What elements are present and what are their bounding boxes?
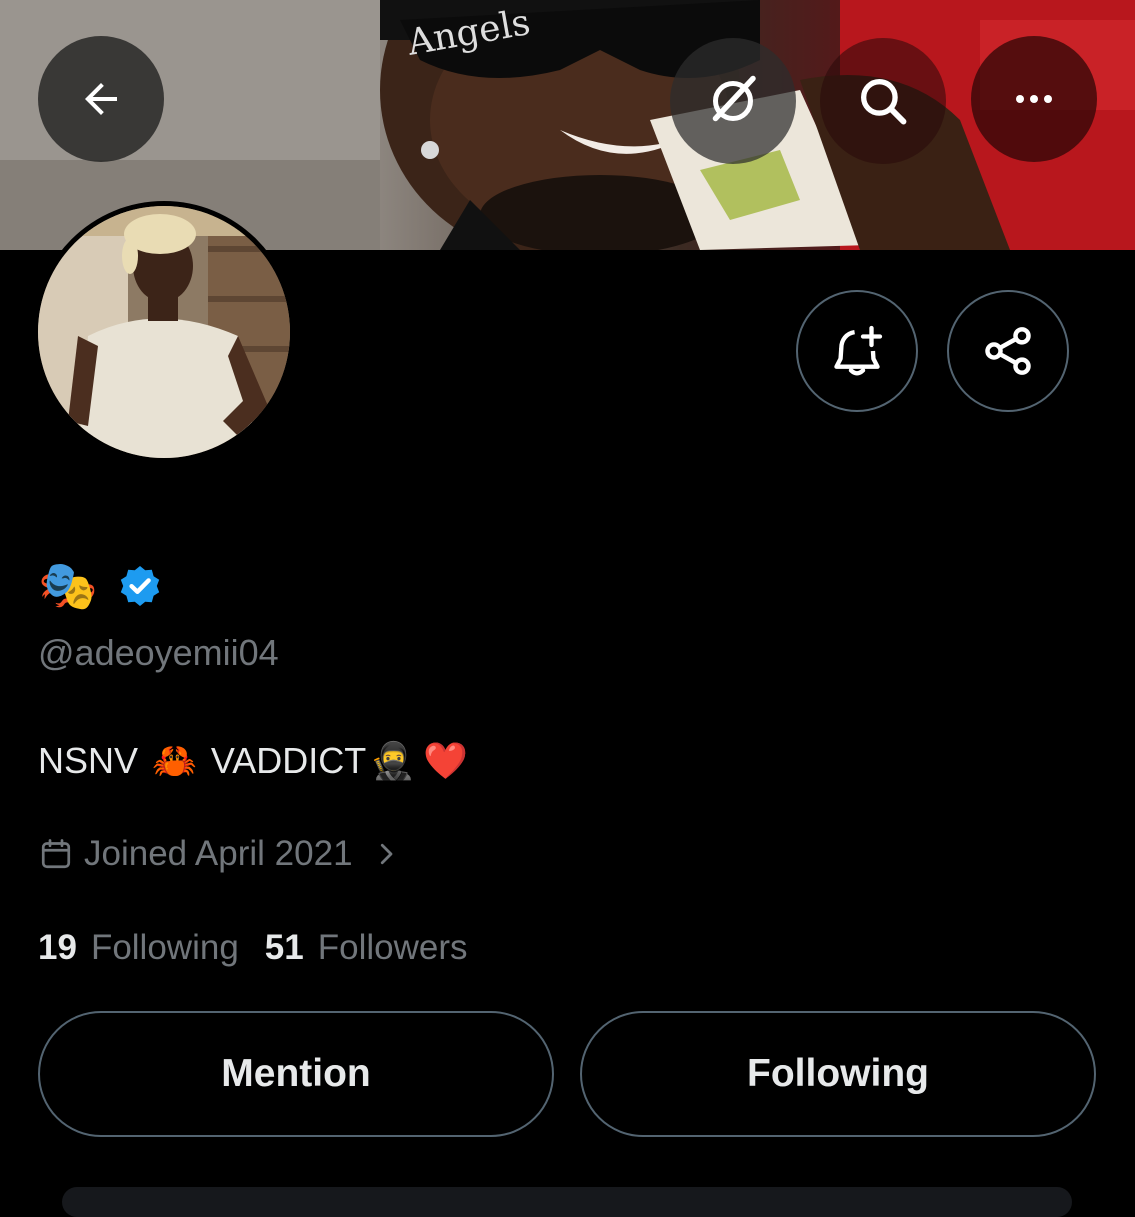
profile-bio: NSNV 🦀 VADDICT 🥷 ❤️ (38, 740, 472, 782)
more-options-button[interactable] (971, 36, 1097, 162)
following-count: 19 (38, 928, 77, 967)
avatar[interactable] (33, 201, 295, 463)
following-link[interactable]: 19 Following (38, 928, 239, 968)
crab-emoji: 🦀 (152, 740, 197, 781)
followers-link[interactable]: 51 Followers (265, 928, 468, 968)
more-horizontal-icon (1016, 95, 1052, 103)
mention-button[interactable]: Mention (38, 1011, 554, 1137)
joined-text: Joined April 2021 (84, 834, 353, 873)
followers-label: Followers (317, 928, 468, 967)
joined-date[interactable]: Joined April 2021 (38, 834, 401, 874)
grok-button[interactable] (670, 38, 796, 164)
search-icon (861, 79, 907, 125)
bell-plus-icon (834, 325, 883, 376)
bio-text-2: VADDICT (200, 740, 367, 781)
following-label: Following (90, 928, 239, 967)
ninja-emoji: 🥷 (370, 740, 416, 781)
follow-stats: 19 Following 51 Followers (38, 928, 468, 968)
notification-subscribe-button[interactable] (796, 290, 918, 412)
share-icon (985, 327, 1031, 375)
share-button[interactable] (947, 290, 1069, 412)
arrow-left-icon (85, 83, 117, 115)
chevron-right-icon (371, 839, 401, 869)
display-name: 🎭 (38, 560, 164, 614)
bio-text-1: NSNV (38, 740, 149, 781)
back-button[interactable] (38, 36, 164, 162)
calendar-icon (38, 836, 74, 872)
verified-badge-icon[interactable] (116, 563, 164, 611)
search-button[interactable] (820, 38, 946, 164)
next-section-card (62, 1187, 1072, 1217)
avatar-photo (38, 206, 290, 458)
heart-emoji: ❤️ (423, 740, 468, 781)
following-button[interactable]: Following (580, 1011, 1096, 1137)
followers-count: 51 (264, 928, 304, 967)
grok-icon (712, 75, 756, 122)
display-name-emoji: 🎭 (38, 560, 98, 613)
profile-handle: @adeoyemii04 (38, 632, 279, 673)
